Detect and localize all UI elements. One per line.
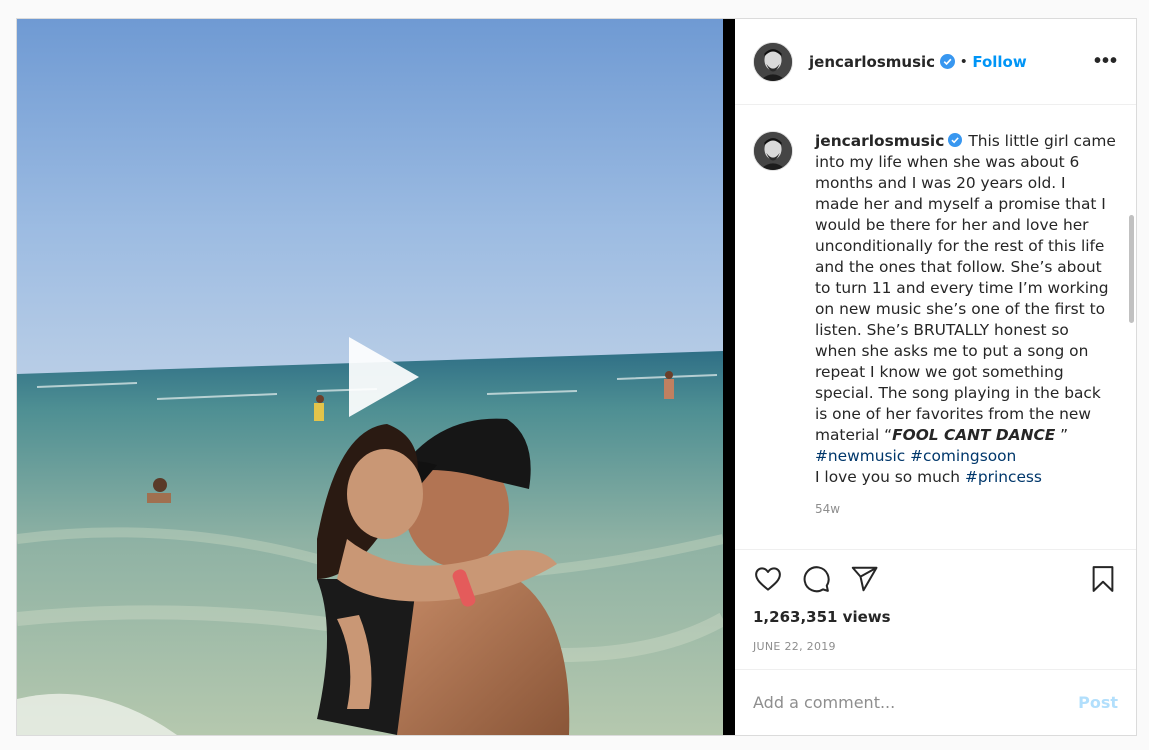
avatar-image xyxy=(754,42,792,81)
caption-line: to turn 11 and every time I’m working xyxy=(815,279,1109,297)
caption-love-line: I love you so much #princess xyxy=(815,467,1097,488)
caption-line: months and I was 20 years old. I xyxy=(815,174,1066,192)
hashtag-link[interactable]: #newmusic xyxy=(815,447,905,465)
song-title: FOOL CANT DANCE xyxy=(892,426,1056,444)
caption-line: This little girl came xyxy=(968,132,1116,150)
hashtag-link[interactable]: #princess xyxy=(965,468,1042,486)
comment-input[interactable] xyxy=(753,693,1079,712)
material-prefix: material “ xyxy=(815,426,893,444)
caption: jencarlosmusic This little girl came into… xyxy=(753,131,1118,488)
separator-dot: • xyxy=(961,53,967,70)
post-sidebar: jencarlosmusic • Follow ••• jencarlosmus… xyxy=(735,19,1136,735)
caption-line: unconditionally for the rest of this lif… xyxy=(815,237,1105,255)
hashtag-link[interactable]: #comingsoon xyxy=(910,447,1016,465)
verified-badge-icon xyxy=(948,133,963,147)
post-header: jencarlosmusic • Follow ••• xyxy=(735,19,1136,105)
caption-line: listen. She’s BRUTALLY honest so xyxy=(815,321,1069,339)
material-suffix: ” xyxy=(1055,426,1069,444)
caption-line: is one of her favorites from the new xyxy=(815,405,1091,423)
post-date[interactable]: JUNE 22, 2019 xyxy=(753,640,1118,653)
action-icons-row xyxy=(753,550,1118,608)
more-options-icon[interactable]: ••• xyxy=(1094,50,1118,73)
caption-line: would be there for her and love her xyxy=(815,216,1089,234)
bookmark-icon[interactable] xyxy=(1088,564,1118,594)
comments-section: jencarlosmusic This little girl came into… xyxy=(735,105,1136,549)
post-card: jencarlosmusic • Follow ••• jencarlosmus… xyxy=(16,18,1137,736)
view-count[interactable]: 1,263,351 views xyxy=(753,608,1118,626)
follow-button[interactable]: Follow xyxy=(972,53,1026,71)
caption-line: special. The song playing in the back xyxy=(815,384,1101,402)
add-comment-bar: Post xyxy=(735,669,1136,735)
love-text: I love you so much xyxy=(815,468,965,486)
heart-icon[interactable] xyxy=(753,564,783,594)
caption-time-ago[interactable]: 54w xyxy=(815,502,1118,516)
comments-scrollbar[interactable] xyxy=(1129,215,1134,323)
post-video[interactable] xyxy=(17,19,735,735)
share-icon[interactable] xyxy=(849,564,879,594)
caption-line: and the ones that follow. She’s about xyxy=(815,258,1102,276)
caption-material-line: material “FOOL CANT DANCE ” xyxy=(815,425,1097,446)
caption-username-link[interactable]: jencarlosmusic xyxy=(815,132,944,150)
post-comment-button[interactable]: Post xyxy=(1078,693,1118,712)
caption-line: made her and myself a promise that I xyxy=(815,195,1106,213)
avatar[interactable] xyxy=(753,41,793,82)
caption-line: on new music she’s one of the first to xyxy=(815,300,1106,318)
comment-icon[interactable] xyxy=(801,564,831,594)
caption-text: jencarlosmusic This little girl came into… xyxy=(815,131,1116,488)
caption-line: repeat I know we got something xyxy=(815,363,1064,381)
video-letterbox-bar xyxy=(723,19,735,735)
caption-hashtags-line: #newmusic #comingsoon xyxy=(815,446,1097,467)
username-link[interactable]: jencarlosmusic xyxy=(809,53,935,71)
post-actions: 1,263,351 views JUNE 22, 2019 xyxy=(735,549,1136,669)
caption-avatar[interactable] xyxy=(753,131,793,171)
play-icon[interactable] xyxy=(343,337,423,417)
avatar-image xyxy=(754,132,792,170)
verified-badge-icon xyxy=(940,54,956,69)
caption-first-line: jencarlosmusic This little girl came xyxy=(815,131,1116,152)
caption-line: into my life when she was about 6 xyxy=(815,153,1080,171)
caption-line: when she asks me to put a song on xyxy=(815,342,1089,360)
